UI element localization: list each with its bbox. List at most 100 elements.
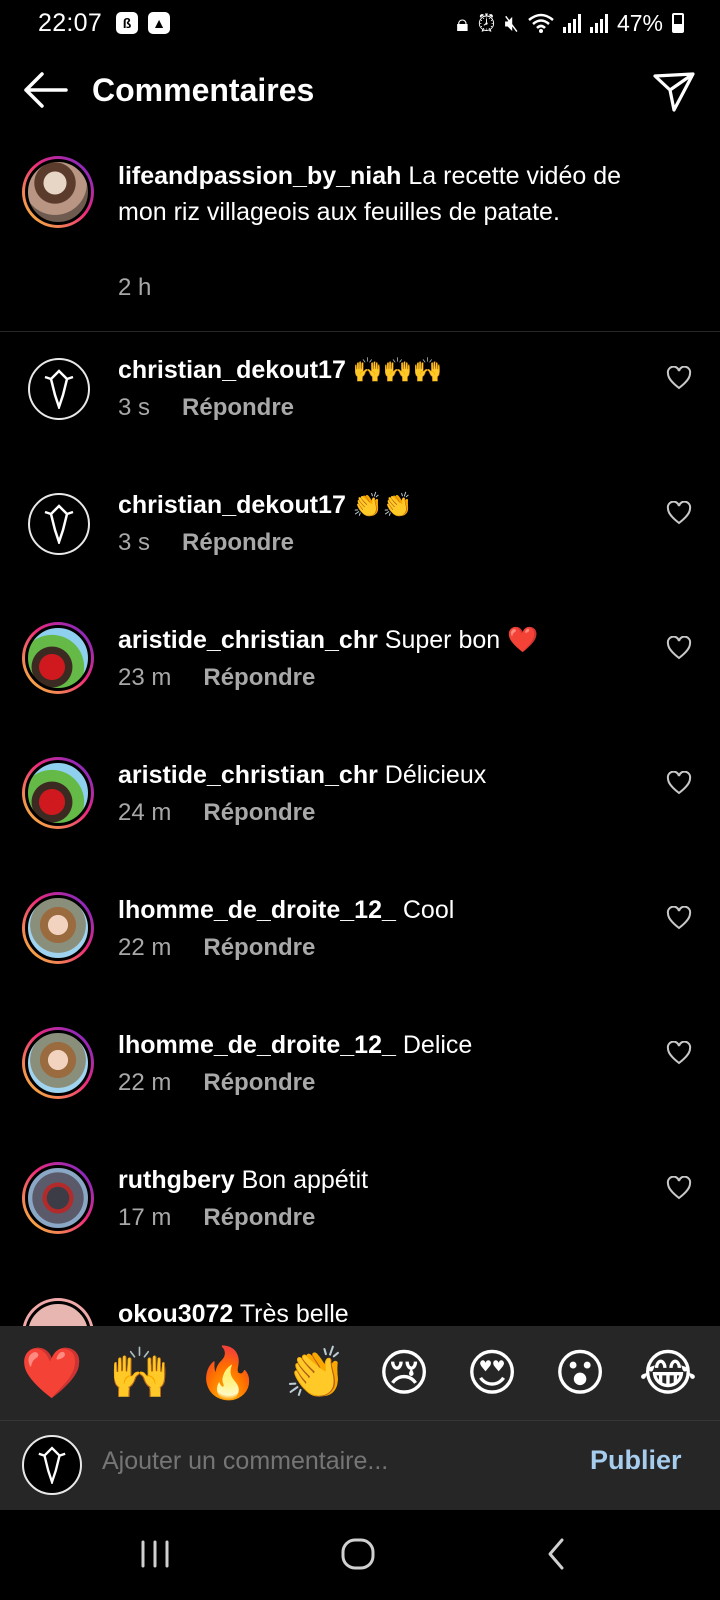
status-bar: 22:07 ß ▲ 🔒︎ ⏰︎ 🔇︎ 47% (0, 0, 720, 46)
comment-meta: 22 m Répondre (118, 1069, 315, 1097)
comment-username[interactable]: aristide_christian_chr (118, 626, 378, 654)
quick-emoji-laughing[interactable]: 😂 (636, 1341, 700, 1405)
reply-button[interactable]: Répondre (203, 799, 315, 827)
caption-timestamp: 2 h (118, 274, 152, 301)
signal-icon (562, 13, 581, 33)
status-notification-icons: ß ▲ (116, 12, 171, 34)
avatar[interactable] (28, 358, 90, 420)
quick-emoji-fire[interactable]: 🔥 (196, 1341, 260, 1405)
avatar[interactable] (22, 1027, 94, 1099)
comment-username[interactable]: lhomme_de_droite_12_ (118, 1031, 396, 1059)
comment-username[interactable]: okou3072 (118, 1300, 233, 1326)
comment-item: christian_dekout17 🙌🙌🙌 3 s Répondre (0, 352, 720, 462)
quick-emoji-raising-hands[interactable]: 🙌 (108, 1341, 172, 1405)
alarm-icon: ⏰︎ (477, 9, 496, 36)
caption-text: lifeandpassion_by_niah La recette vidéo … (118, 158, 638, 230)
post-caption: lifeandpassion_by_niah La recette vidéo … (0, 150, 720, 332)
signal-icon-2 (589, 13, 608, 33)
battery-icon (672, 13, 684, 33)
header: Commentaires (0, 56, 720, 126)
like-heart-icon[interactable] (666, 1041, 692, 1065)
quick-emoji-surprised[interactable]: 😮 (548, 1341, 612, 1405)
quick-emoji-heart-eyes[interactable]: 😍 (460, 1341, 524, 1405)
like-heart-icon[interactable] (666, 771, 692, 795)
comment-timestamp: 17 m (118, 1204, 172, 1231)
comment-meta: 3 s Répondre (118, 529, 294, 557)
handshake-logo-icon (38, 1446, 66, 1484)
battery-level: 47% (616, 9, 663, 36)
comment-meta: 3 s Répondre (118, 394, 294, 422)
comment-username[interactable]: christian_dekout17 (118, 491, 346, 519)
like-heart-icon[interactable] (666, 366, 692, 390)
comment-item: christian_dekout17 👏👏 3 s Répondre (0, 487, 720, 597)
avatar[interactable] (22, 757, 94, 829)
reply-button[interactable]: Répondre (182, 394, 294, 422)
recent-apps-icon[interactable] (138, 1534, 172, 1574)
quick-emoji-heart[interactable]: ❤️ (20, 1341, 84, 1405)
reply-button[interactable]: Répondre (203, 1204, 315, 1232)
like-heart-icon[interactable] (666, 636, 692, 660)
comment-timestamp: 22 m (118, 1069, 172, 1096)
avatar[interactable] (28, 493, 90, 555)
comment-username[interactable]: aristide_christian_chr (118, 761, 378, 789)
reply-button[interactable]: Répondre (203, 1069, 315, 1097)
avatar[interactable] (22, 1298, 94, 1326)
caption-avatar[interactable] (22, 156, 94, 228)
reply-button[interactable]: Répondre (203, 934, 315, 962)
comment-body: 🙌🙌🙌 (352, 356, 443, 384)
comment-username[interactable]: ruthgbery (118, 1166, 235, 1194)
comment-text: lhomme_de_droite_12_ Delice (118, 1027, 472, 1063)
comment-meta: 23 m Répondre (118, 664, 315, 692)
comment-text: christian_dekout17 👏👏 (118, 487, 413, 523)
comment-body: Très belle (239, 1300, 349, 1326)
mute-icon: 🔇︎ (504, 9, 519, 36)
comment-meta: 22 m Répondre (118, 934, 315, 962)
lock-icon: 🔒︎ (456, 9, 469, 36)
b-app-icon: ß (116, 12, 139, 34)
comment-timestamp: 24 m (118, 799, 172, 826)
my-avatar (22, 1435, 82, 1495)
comment-text: aristide_christian_chr Délicieux (118, 757, 486, 793)
comment-text: okou3072 Très belle (118, 1298, 349, 1326)
handshake-logo-icon (44, 369, 74, 409)
like-heart-icon[interactable] (666, 501, 692, 525)
comment-timestamp: 3 s (118, 394, 151, 421)
comment-meta: 24 m Répondre (118, 799, 315, 827)
back-arrow-icon[interactable] (22, 70, 68, 110)
comment-text: ruthgbery Bon appétit (118, 1162, 368, 1198)
comment-composer: Publier (0, 1420, 720, 1510)
comment-text: aristide_christian_chr Super bon ❤️ (118, 622, 538, 658)
send-icon[interactable] (652, 70, 696, 114)
comment-username[interactable]: christian_dekout17 (118, 356, 346, 384)
back-icon[interactable] (544, 1534, 568, 1574)
avatar[interactable] (22, 622, 94, 694)
avatar[interactable] (22, 892, 94, 964)
status-time: 22:07 (38, 8, 103, 37)
comment-item: lhomme_de_droite_12_ Cool 22 m Répondre (0, 892, 720, 1002)
comment-username[interactable]: lhomme_de_droite_12_ (118, 896, 396, 924)
comment-body: 👏👏 (352, 491, 413, 519)
quick-emoji-crying[interactable]: 😢 (372, 1341, 436, 1405)
avatar[interactable] (22, 1162, 94, 1234)
gallery-icon: ▲ (148, 12, 171, 34)
comment-meta: 17 m Répondre (118, 1204, 315, 1232)
quick-emoji-clap[interactable]: 👏 (284, 1341, 348, 1405)
reply-button[interactable]: Répondre (203, 664, 315, 692)
comment-body: Délicieux (384, 761, 487, 789)
comment-item: ruthgbery Bon appétit 17 m Répondre (0, 1162, 720, 1272)
comment-item: aristide_christian_chr Délicieux 24 m Ré… (0, 757, 720, 867)
comment-input[interactable] (102, 1447, 542, 1476)
comment-text: christian_dekout17 🙌🙌🙌 (118, 352, 442, 388)
comment-body: Bon appétit (241, 1166, 369, 1194)
comment-timestamp: 22 m (118, 934, 172, 961)
comment-body: Cool (402, 896, 455, 924)
like-heart-icon[interactable] (666, 906, 692, 930)
publish-button[interactable]: Publier (590, 1445, 682, 1476)
reply-button[interactable]: Répondre (182, 529, 294, 557)
caption-username[interactable]: lifeandpassion_by_niah (118, 162, 401, 190)
quick-emoji-bar: ❤️ 🙌 🔥 👏 😢 😍 😮 😂 (0, 1326, 720, 1420)
comment-item-partial: okou3072 Très belle (0, 1298, 720, 1326)
system-nav-bar (0, 1510, 720, 1600)
like-heart-icon[interactable] (666, 1176, 692, 1200)
home-icon[interactable] (340, 1534, 376, 1574)
